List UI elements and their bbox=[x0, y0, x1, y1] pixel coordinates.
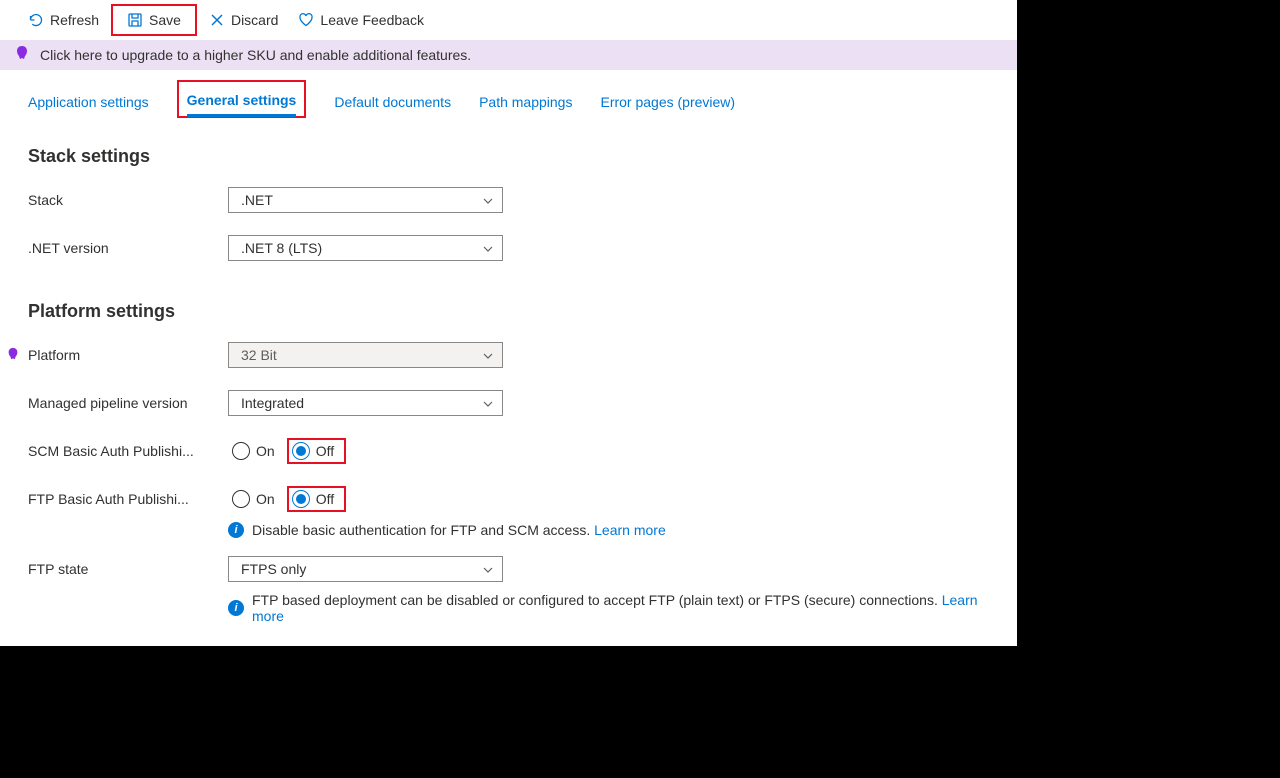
basic-auth-info: i Disable basic authentication for FTP a… bbox=[228, 522, 989, 538]
rocket-icon bbox=[14, 45, 30, 66]
stack-heading: Stack settings bbox=[28, 146, 989, 167]
ftp-state-info: i FTP based deployment can be disabled o… bbox=[228, 592, 989, 624]
stack-value: .NET bbox=[241, 192, 273, 208]
on-label: On bbox=[256, 443, 275, 459]
ftp-radio-group: On Off bbox=[228, 486, 346, 512]
refresh-label: Refresh bbox=[50, 12, 99, 28]
ftp-state-info-text: FTP based deployment can be disabled or … bbox=[252, 592, 938, 608]
refresh-button[interactable]: Refresh bbox=[20, 6, 107, 34]
net-version-value: .NET 8 (LTS) bbox=[241, 240, 322, 256]
tab-application-settings[interactable]: Application settings bbox=[28, 86, 149, 118]
radio-checked-icon bbox=[292, 490, 310, 508]
save-button[interactable]: Save bbox=[111, 4, 197, 36]
off-label: Off bbox=[316, 443, 334, 459]
feedback-button[interactable]: Leave Feedback bbox=[290, 6, 432, 34]
heart-icon bbox=[298, 12, 314, 28]
radio-checked-icon bbox=[292, 442, 310, 460]
basic-auth-info-text: Disable basic authentication for FTP and… bbox=[252, 522, 590, 538]
radio-icon bbox=[232, 442, 250, 460]
scm-radio-group: On Off bbox=[228, 438, 346, 464]
platform-settings-section: Platform settings Platform 32 Bit Manage… bbox=[0, 291, 1017, 646]
info-icon: i bbox=[228, 600, 244, 616]
ftp-off-radio[interactable]: Off bbox=[287, 486, 346, 512]
pipeline-value: Integrated bbox=[241, 395, 304, 411]
feedback-label: Leave Feedback bbox=[320, 12, 424, 28]
info-icon: i bbox=[228, 522, 244, 538]
save-icon bbox=[127, 12, 143, 28]
net-version-label: .NET version bbox=[28, 240, 228, 256]
tab-general-settings[interactable]: General settings bbox=[187, 84, 297, 116]
banner-text: Click here to upgrade to a higher SKU an… bbox=[40, 47, 471, 63]
discard-button[interactable]: Discard bbox=[201, 6, 286, 34]
stack-settings-section: Stack settings Stack .NET .NET version .… bbox=[0, 118, 1017, 291]
platform-select[interactable]: 32 Bit bbox=[228, 342, 503, 368]
platform-value: 32 Bit bbox=[241, 347, 277, 363]
chevron-down-icon bbox=[482, 563, 494, 575]
on-label: On bbox=[256, 491, 275, 507]
stack-select[interactable]: .NET bbox=[228, 187, 503, 213]
radio-icon bbox=[232, 490, 250, 508]
scm-off-radio[interactable]: Off bbox=[287, 438, 346, 464]
net-version-select[interactable]: .NET 8 (LTS) bbox=[228, 235, 503, 261]
ftp-label: FTP Basic Auth Publishi... bbox=[28, 491, 228, 507]
chevron-down-icon bbox=[482, 194, 494, 206]
platform-label: Platform bbox=[28, 347, 228, 363]
platform-heading: Platform settings bbox=[28, 301, 989, 322]
tab-path-mappings[interactable]: Path mappings bbox=[479, 86, 572, 118]
ftp-state-select[interactable]: FTPS only bbox=[228, 556, 503, 582]
chevron-down-icon bbox=[482, 242, 494, 254]
refresh-icon bbox=[28, 12, 44, 28]
rocket-icon bbox=[6, 347, 20, 364]
toolbar: Refresh Save Discard Leave Feedback bbox=[0, 0, 1017, 40]
ftp-state-value: FTPS only bbox=[241, 561, 306, 577]
pipeline-select[interactable]: Integrated bbox=[228, 390, 503, 416]
tab-error-pages[interactable]: Error pages (preview) bbox=[600, 86, 735, 118]
discard-label: Discard bbox=[231, 12, 278, 28]
off-label: Off bbox=[316, 491, 334, 507]
chevron-down-icon bbox=[482, 397, 494, 409]
scm-on-radio[interactable]: On bbox=[228, 440, 279, 462]
learn-more-link[interactable]: Learn more bbox=[594, 522, 666, 538]
stack-label: Stack bbox=[28, 192, 228, 208]
tabs: Application settings General settings De… bbox=[0, 70, 1017, 118]
upgrade-banner[interactable]: Click here to upgrade to a higher SKU an… bbox=[0, 40, 1017, 70]
scm-label: SCM Basic Auth Publishi... bbox=[28, 443, 228, 459]
close-icon bbox=[209, 12, 225, 28]
ftp-on-radio[interactable]: On bbox=[228, 488, 279, 510]
chevron-down-icon bbox=[482, 349, 494, 361]
ftp-state-label: FTP state bbox=[28, 561, 228, 577]
save-label: Save bbox=[149, 12, 181, 28]
tab-default-documents[interactable]: Default documents bbox=[334, 86, 451, 118]
pipeline-label: Managed pipeline version bbox=[28, 395, 228, 411]
